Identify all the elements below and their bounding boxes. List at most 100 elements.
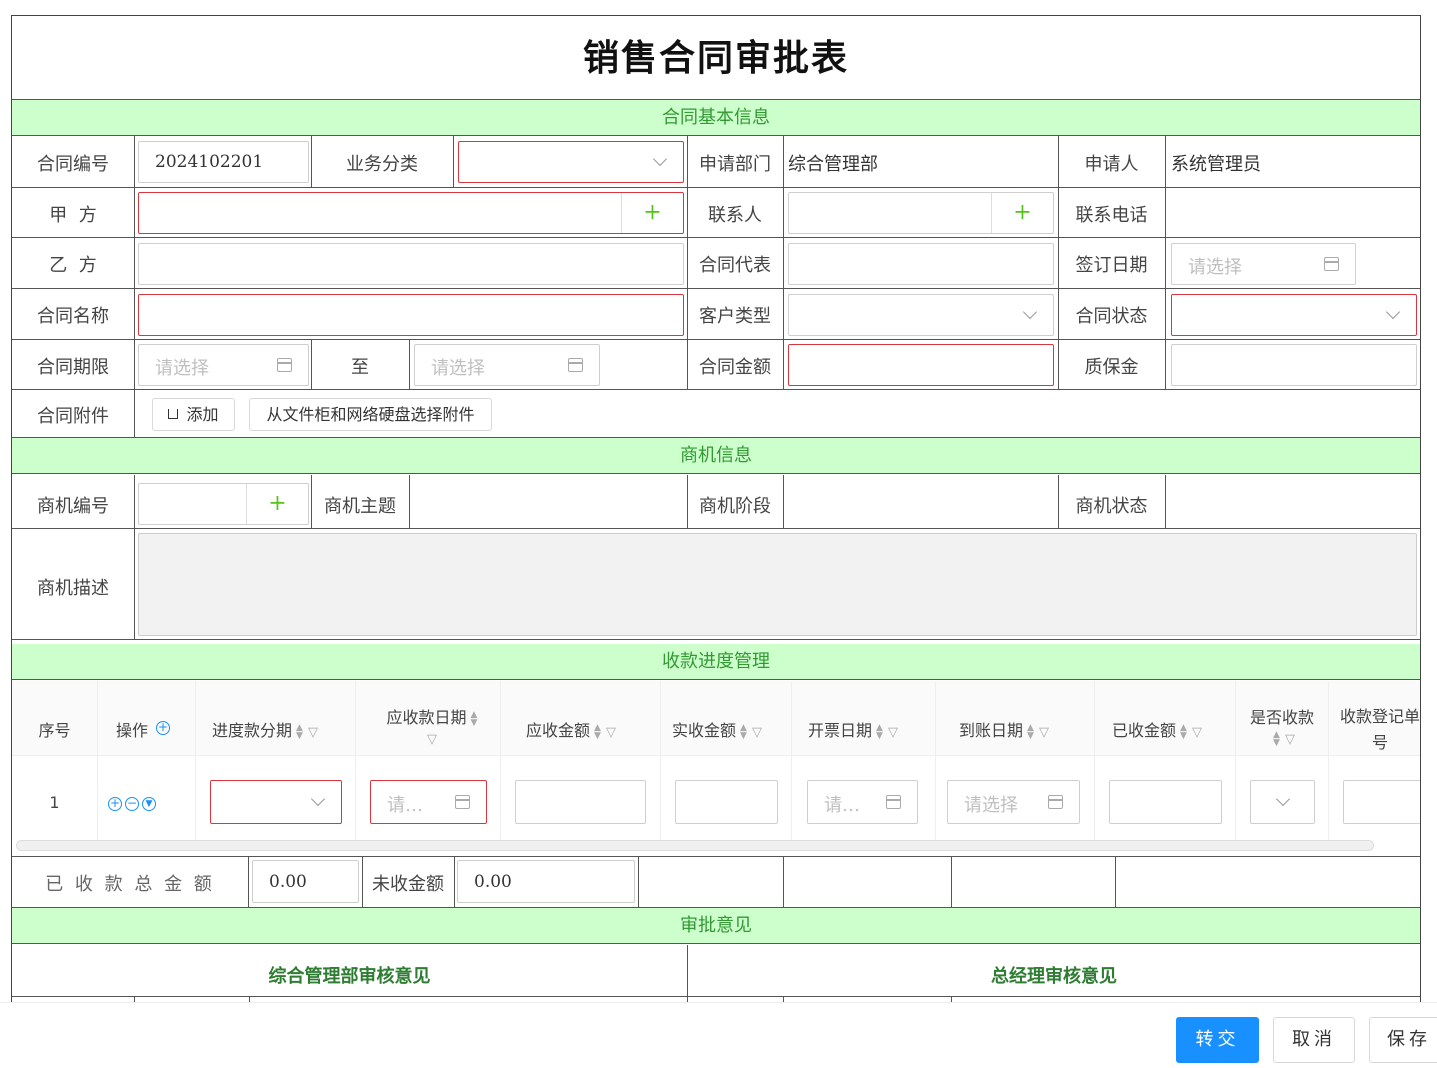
- arrival-date-picker[interactable]: 请选择: [947, 780, 1080, 824]
- term-start-picker[interactable]: 请选择: [138, 344, 309, 386]
- sort-icon[interactable]: ▲ ▼: [876, 723, 883, 740]
- filter-icon[interactable]: ▽: [1285, 732, 1295, 747]
- deposit-label: 质保金: [1084, 357, 1139, 378]
- receivable-date-picker[interactable]: 请…: [370, 780, 487, 824]
- chevron-down-icon: [652, 151, 668, 167]
- sales-contract-form: 销售合同审批表 合同基本信息 合同编号 2024102201 业务分类 申请部门…: [11, 15, 1421, 1002]
- add-row-below-icon[interactable]: +: [108, 796, 122, 811]
- to-label: 至: [351, 357, 369, 378]
- total-received-label: 已 收 款 总 金 额: [45, 874, 215, 895]
- party-b-input[interactable]: [138, 243, 684, 285]
- invoice-date-picker[interactable]: 请…: [807, 780, 918, 824]
- section-basic-info: 合同基本信息: [12, 100, 1420, 136]
- sign-date-label: 签订日期: [1075, 255, 1148, 276]
- sort-icon[interactable]: ▲ ▼: [296, 723, 303, 740]
- unreceived-input[interactable]: 0.00: [457, 860, 635, 903]
- opportunity-status-label: 商机状态: [1075, 496, 1148, 517]
- contract-status-select[interactable]: [1171, 294, 1417, 336]
- receivable-amount-input[interactable]: [515, 780, 646, 824]
- opportunity-stage-label: 商机阶段: [699, 496, 771, 517]
- col-header-is-collected[interactable]: 是否收款 ▲ ▼ ▽: [1240, 704, 1324, 747]
- col-header-register-no[interactable]: 收款登记单号: [1340, 704, 1420, 756]
- apply-dept-label: 申请部门: [699, 154, 771, 175]
- section-receipt: 收款进度管理: [12, 644, 1420, 680]
- transfer-button[interactable]: 转交: [1176, 1017, 1259, 1063]
- calendar-icon: [568, 358, 583, 372]
- sort-icon[interactable]: ▲ ▼: [471, 710, 478, 727]
- contract-name-input[interactable]: [138, 294, 684, 336]
- filter-icon[interactable]: ▽: [427, 732, 437, 747]
- contact-phone-label: 联系电话: [1075, 205, 1148, 226]
- total-received-input[interactable]: 0.00: [252, 860, 359, 903]
- add-attachment-button[interactable]: 添加: [152, 398, 235, 431]
- installment-select[interactable]: [210, 780, 342, 824]
- add-contact-button[interactable]: +: [991, 193, 1053, 233]
- col-header-installment[interactable]: 进度款分期 ▲ ▼ ▽: [212, 717, 318, 741]
- deposit-input[interactable]: [1171, 344, 1417, 386]
- applicant-label: 申请人: [1084, 154, 1139, 175]
- filter-icon[interactable]: ▽: [888, 725, 898, 740]
- term-end-picker[interactable]: 请选择: [414, 344, 600, 386]
- upload-icon: [168, 408, 179, 419]
- biz-category-select[interactable]: [458, 141, 684, 183]
- contact-label: 联系人: [708, 205, 762, 226]
- add-opportunity-button[interactable]: +: [246, 484, 308, 524]
- contract-rep-label: 合同代表: [699, 255, 771, 276]
- calendar-icon: [277, 358, 292, 372]
- biz-category-label: 业务分类: [346, 154, 418, 175]
- col-header-receivable-date[interactable]: 应收款日期 ▲ ▼ ▽: [372, 704, 492, 747]
- col-header-collected[interactable]: 已收金额 ▲ ▼ ▽: [1112, 717, 1202, 741]
- remove-row-icon[interactable]: −: [125, 796, 139, 811]
- filter-icon[interactable]: ▽: [1192, 725, 1202, 740]
- contract-rep-input[interactable]: [788, 243, 1054, 285]
- table-scrollbar[interactable]: [16, 840, 1374, 851]
- customer-type-label: 客户类型: [699, 306, 771, 327]
- chevron-down-icon: [1385, 304, 1401, 320]
- calendar-icon: [1324, 257, 1339, 271]
- term-label: 合同期限: [37, 357, 109, 378]
- is-collected-select[interactable]: [1250, 780, 1315, 824]
- register-no-input[interactable]: [1343, 780, 1420, 824]
- col-header-receivable-amount[interactable]: 应收金额 ▲ ▼ ▽: [526, 717, 616, 741]
- row-actions: + − ▼: [108, 793, 159, 812]
- received-amount-input[interactable]: [675, 780, 778, 824]
- col-header-actions: 操作: [115, 721, 148, 740]
- col-header-arrival-date[interactable]: 到账日期 ▲ ▼ ▽: [959, 717, 1049, 741]
- filter-icon[interactable]: ▽: [308, 725, 318, 740]
- sort-icon[interactable]: ▲ ▼: [1027, 723, 1034, 740]
- party-b-label: 乙 方: [49, 255, 97, 276]
- move-row-down-icon[interactable]: ▼: [142, 796, 156, 811]
- filter-icon[interactable]: ▽: [606, 725, 616, 740]
- add-party-a-button[interactable]: +: [621, 193, 683, 233]
- dept-review-header: 综合管理部审核意见: [268, 966, 431, 987]
- pick-attachment-button[interactable]: 从文件柜和网络硬盘选择附件: [249, 398, 492, 431]
- save-button[interactable]: 保存: [1369, 1017, 1437, 1063]
- gm-review-header: 总经理审核意见: [991, 966, 1117, 987]
- cancel-button[interactable]: 取消: [1273, 1017, 1355, 1063]
- add-row-icon[interactable]: +: [156, 717, 173, 736]
- collected-amount-input[interactable]: [1109, 780, 1222, 824]
- contact-input[interactable]: +: [788, 192, 1054, 234]
- filter-icon[interactable]: ▽: [752, 725, 762, 740]
- party-a-label: 甲 方: [49, 205, 97, 226]
- opportunity-desc-textarea[interactable]: [138, 533, 1417, 636]
- col-header-index: 序号: [38, 721, 71, 740]
- sort-icon[interactable]: ▲ ▼: [1180, 723, 1187, 740]
- sort-icon[interactable]: ▲ ▼: [740, 723, 747, 740]
- sort-icon[interactable]: ▲ ▼: [594, 723, 601, 740]
- amount-input[interactable]: [788, 344, 1054, 386]
- col-header-invoice-date[interactable]: 开票日期 ▲ ▼ ▽: [808, 717, 898, 741]
- section-opportunity: 商机信息: [12, 438, 1420, 474]
- filter-icon[interactable]: ▽: [1039, 725, 1049, 740]
- contract-no-input[interactable]: 2024102201: [138, 141, 309, 183]
- sign-date-picker[interactable]: 请选择: [1171, 243, 1356, 285]
- section-approval: 审批意见: [12, 908, 1420, 944]
- customer-type-select[interactable]: [788, 294, 1054, 336]
- party-a-input[interactable]: +: [138, 192, 684, 234]
- unreceived-label: 未收金额: [372, 874, 444, 895]
- chevron-down-icon: [1275, 791, 1291, 807]
- col-header-received-amount[interactable]: 实收金额 ▲ ▼ ▽: [672, 717, 762, 741]
- opportunity-no-input[interactable]: +: [138, 483, 309, 525]
- sort-icon[interactable]: ▲ ▼: [1273, 730, 1280, 747]
- row-index: 1: [49, 793, 60, 812]
